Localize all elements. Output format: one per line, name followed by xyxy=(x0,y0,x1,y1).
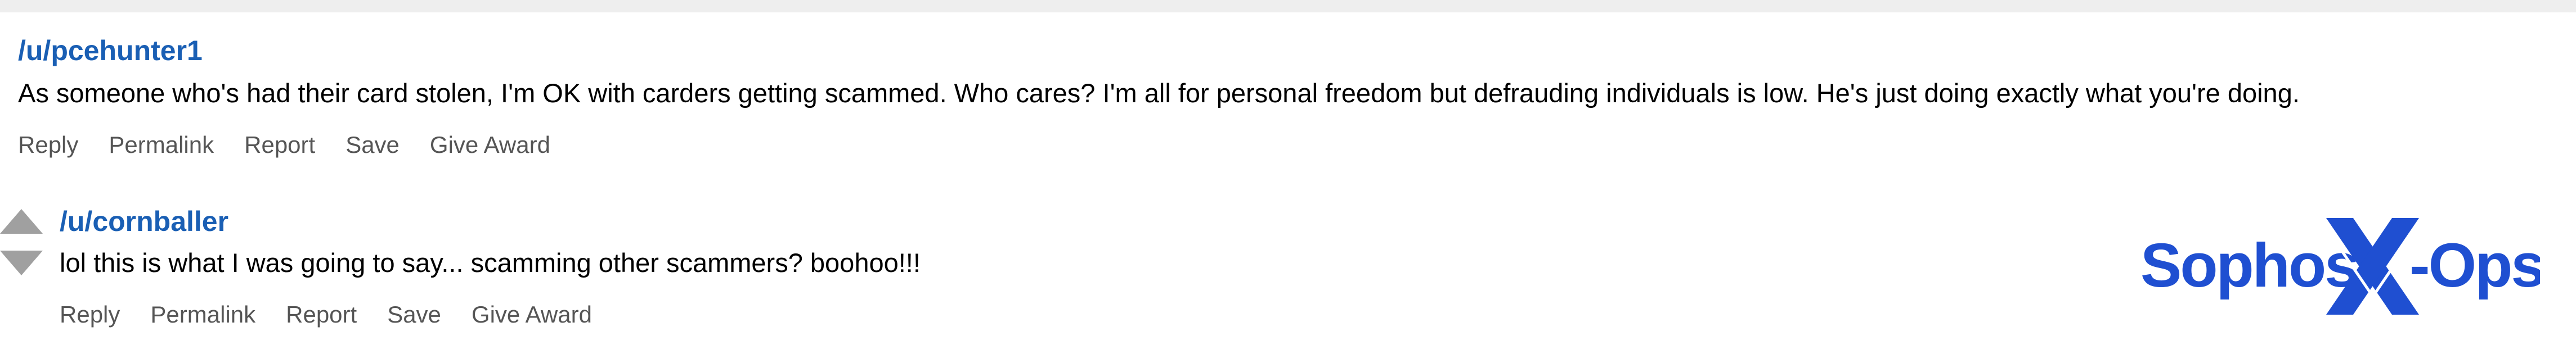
comment-pcehunter1: /u/pcehunter1 As someone who's had their… xyxy=(18,34,2300,161)
reply-link[interactable]: Reply xyxy=(18,129,78,161)
comment-cornballer: /u/cornballer lol this is what I was goi… xyxy=(60,205,921,330)
save-link[interactable]: Save xyxy=(345,129,400,161)
permalink-link[interactable]: Permalink xyxy=(150,299,255,330)
upvote-arrow-icon[interactable] xyxy=(0,209,43,234)
sophos-x-ops-logo: Sophos -Ops xyxy=(2140,217,2540,316)
give-award-link[interactable]: Give Award xyxy=(430,129,550,161)
downvote-arrow-icon[interactable] xyxy=(0,251,43,275)
comment-username[interactable]: /u/pcehunter1 xyxy=(18,34,2300,67)
reply-link[interactable]: Reply xyxy=(60,299,120,330)
logo-text-ops: -Ops xyxy=(2409,231,2540,300)
top-divider-strip xyxy=(0,0,2576,12)
save-link[interactable]: Save xyxy=(387,299,441,330)
comment-body: lol this is what I was going to say... s… xyxy=(60,248,921,278)
report-link[interactable]: Report xyxy=(244,129,315,161)
comment-username[interactable]: /u/cornballer xyxy=(60,205,921,238)
logo-text-sophos: Sophos xyxy=(2140,231,2357,300)
comment-body: As someone who's had their card stolen, … xyxy=(18,78,2300,108)
comment-actions: Reply Permalink Report Save Give Award xyxy=(18,129,2300,161)
report-link[interactable]: Report xyxy=(286,299,357,330)
permalink-link[interactable]: Permalink xyxy=(109,129,214,161)
give-award-link[interactable]: Give Award xyxy=(472,299,592,330)
comment-actions: Reply Permalink Report Save Give Award xyxy=(60,299,921,330)
